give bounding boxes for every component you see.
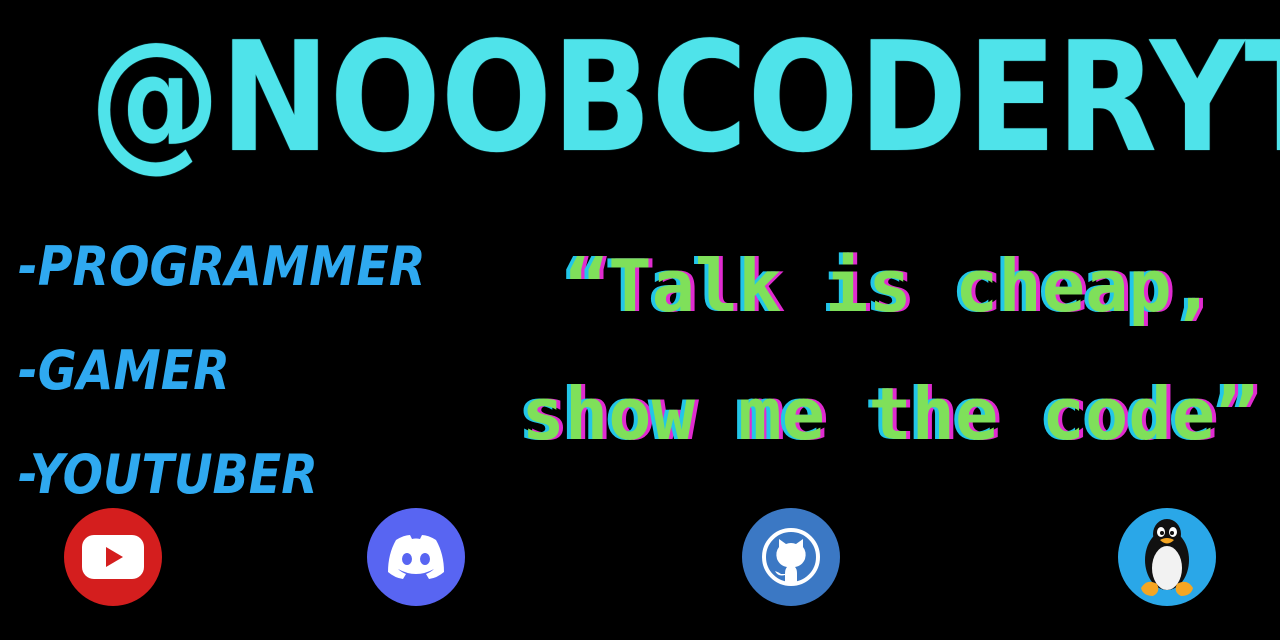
quote-line-2: show me the code”	[521, 372, 1259, 456]
quote: “Talk is cheap, show me the code”	[520, 222, 1260, 478]
banner: @NOOBCODERYT -PROGRAMMER -GAMER -YOUTUBE…	[0, 0, 1280, 640]
linux-tux-icon	[1141, 519, 1193, 596]
linux-link[interactable]	[1118, 508, 1216, 606]
role-programmer: -PROGRAMMER	[18, 235, 426, 298]
roles-list: -PROGRAMMER -GAMER -YOUTUBER	[18, 215, 488, 527]
discord-link[interactable]	[367, 508, 465, 606]
youtube-icon	[82, 535, 144, 579]
quote-line-1: “Talk is cheap,	[564, 244, 1216, 328]
github-link[interactable]	[742, 508, 840, 606]
github-icon	[762, 528, 820, 586]
role-gamer: -GAMER	[18, 339, 230, 402]
channel-handle: @NOOBCODERYT	[89, 9, 1280, 186]
social-links	[0, 508, 1280, 608]
discord-icon	[388, 535, 444, 579]
youtube-link[interactable]	[64, 508, 162, 606]
